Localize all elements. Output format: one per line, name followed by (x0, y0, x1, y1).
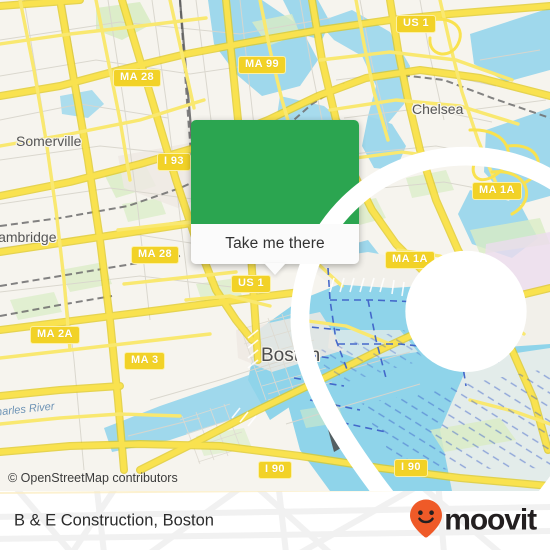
take-me-there-popup[interactable]: Take me there (191, 120, 550, 491)
take-me-there-label: Take me there (225, 235, 325, 252)
highway-shield-ma28-north: MA 28 (113, 69, 161, 87)
map-label-somerville: Somerville (16, 133, 82, 149)
moovit-brand[interactable]: moovit (409, 498, 537, 543)
moovit-smiley-pin-icon (409, 498, 443, 543)
footer-bar: B & E Construction, Boston moovit (0, 491, 550, 550)
map-label-chelsea: Chelsea (412, 101, 464, 117)
popup-pin-area (191, 120, 550, 491)
highway-shield-ma2a: MA 2A (30, 326, 80, 344)
highway-shield-us1-north: US 1 (396, 15, 437, 33)
highway-shield-i93: I 93 (157, 153, 191, 171)
highway-shield-ma28-south: MA 28 (131, 246, 179, 264)
highway-shield-ma3: MA 3 (124, 352, 166, 370)
map-label-cambridge: Cambridge (0, 229, 57, 245)
map-canvas[interactable]: Somerville Cambridge Chelsea Boston Char… (0, 0, 550, 491)
popup-pointer-tail (264, 263, 286, 275)
map-attribution: © OpenStreetMap contributors (8, 471, 178, 485)
highway-shield-ma99: MA 99 (238, 56, 286, 74)
moovit-wordmark: moovit (444, 503, 537, 537)
page-title: B & E Construction, Boston (14, 511, 214, 529)
moovit-map-screenshot: Somerville Cambridge Chelsea Boston Char… (0, 0, 550, 550)
popup-cta-bar[interactable]: Take me there (191, 224, 359, 275)
